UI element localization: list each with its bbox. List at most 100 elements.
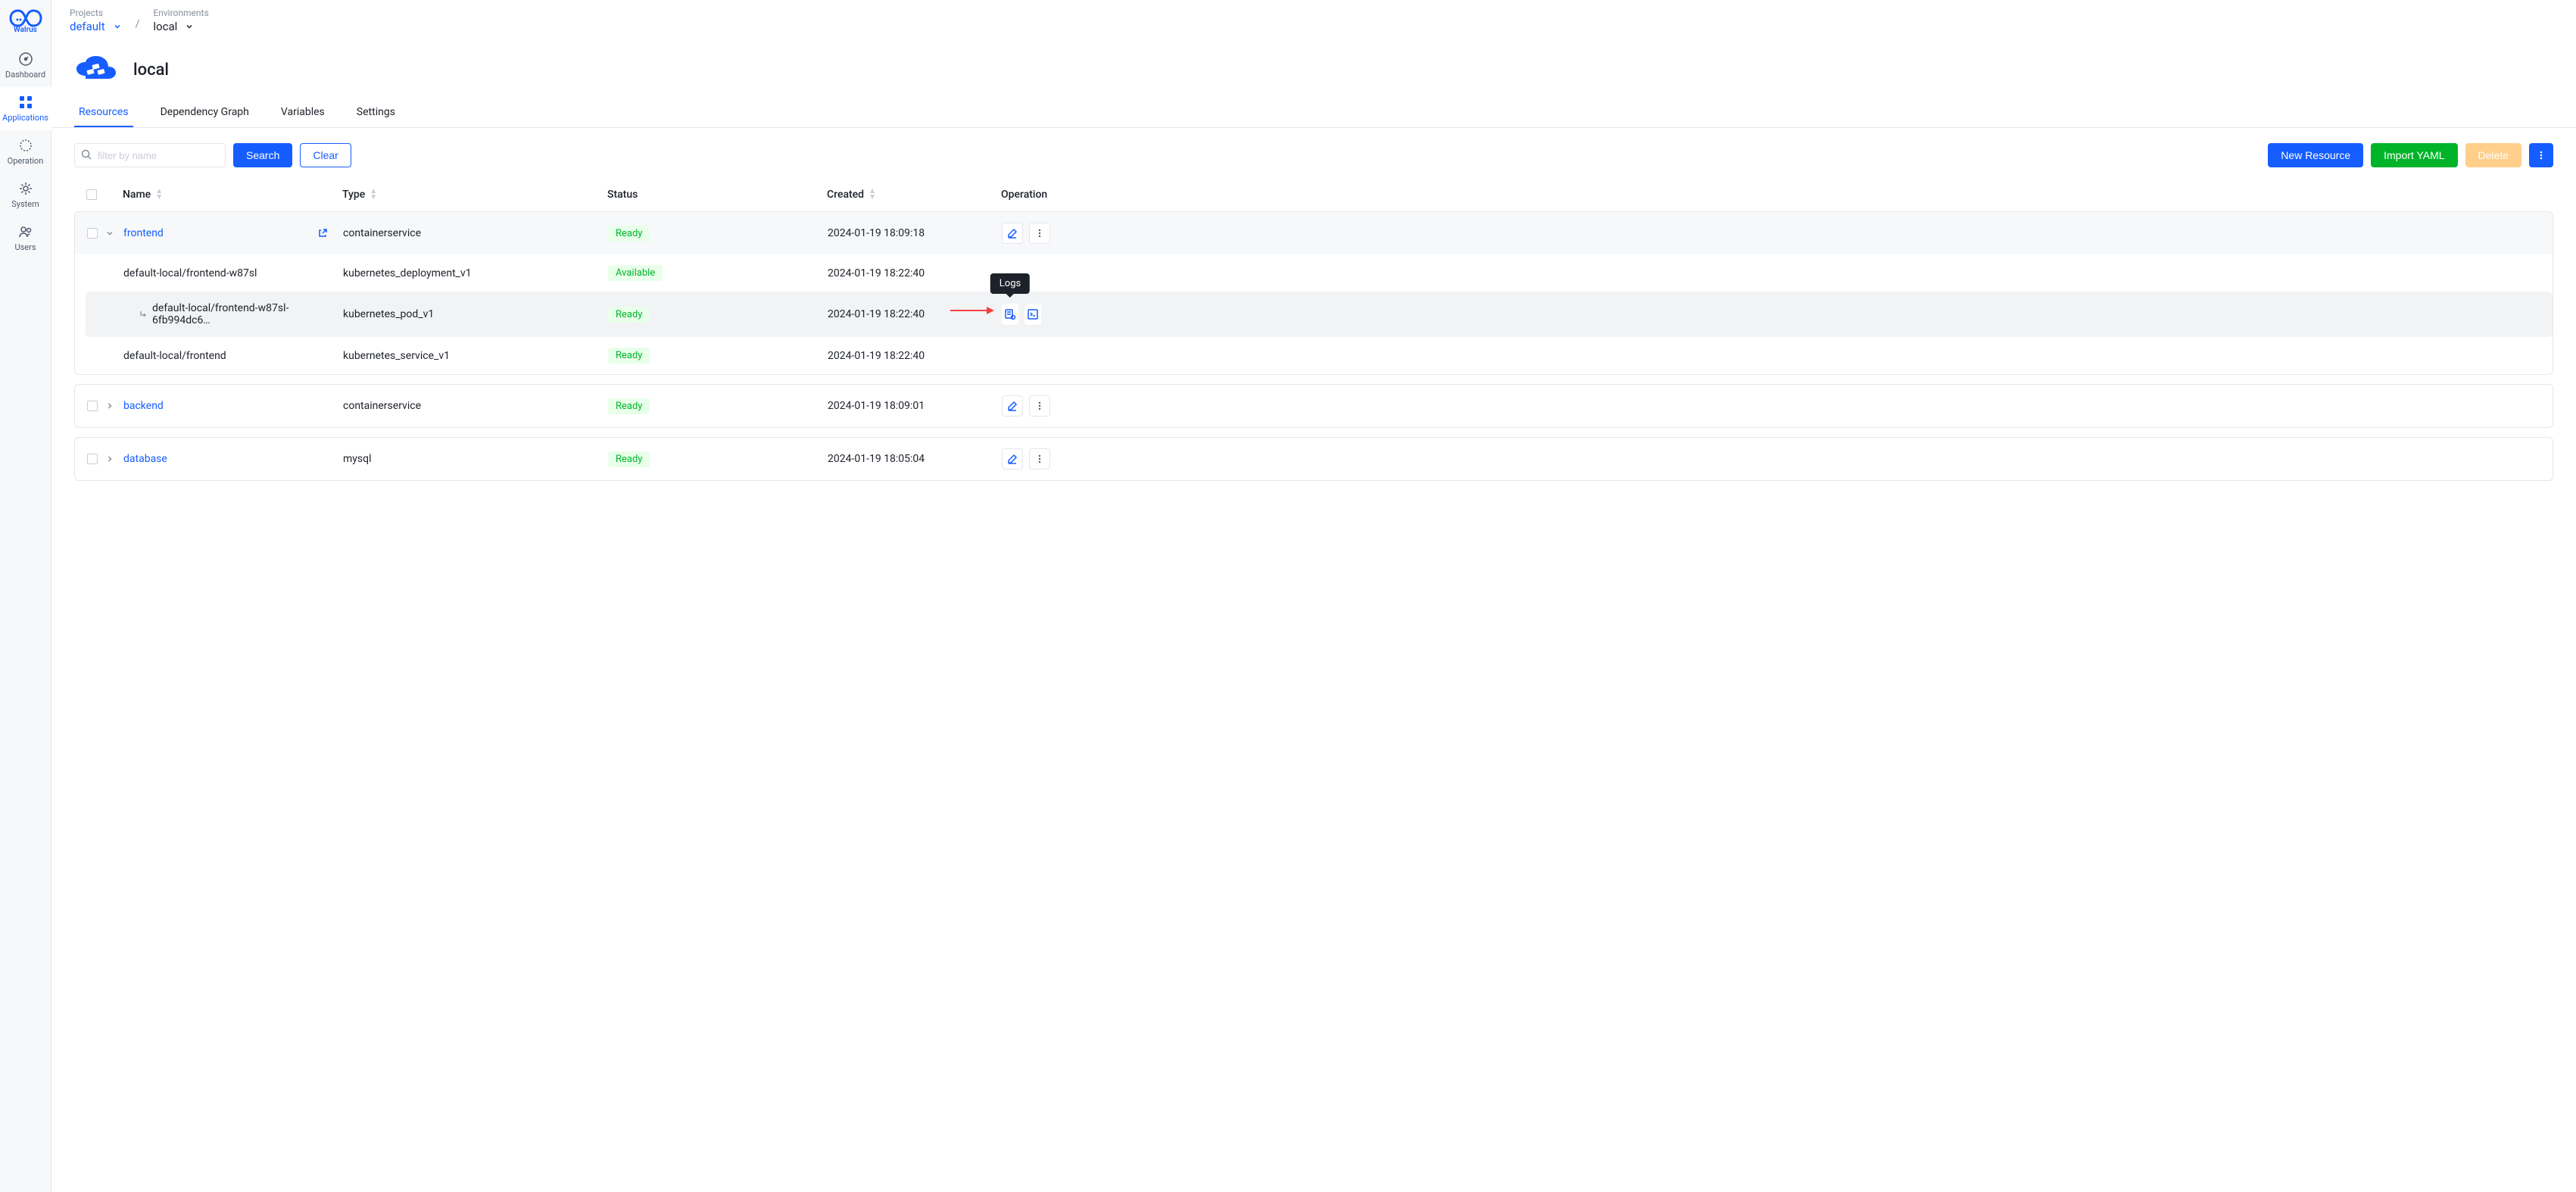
table-row: default-local/frontend kubernetes_servic… bbox=[75, 337, 2553, 374]
search-input[interactable] bbox=[74, 143, 226, 167]
cell-type: kubernetes_deployment_v1 bbox=[343, 267, 608, 279]
cell-type: containerservice bbox=[343, 227, 608, 239]
resource-name-link[interactable]: backend bbox=[123, 400, 164, 412]
table-header: Name▲▼ Type▲▼ Status Created▲▼ Operation bbox=[74, 178, 2553, 211]
tab-resources[interactable]: Resources bbox=[74, 98, 133, 127]
search-button[interactable]: Search bbox=[233, 143, 292, 167]
tree-branch-icon bbox=[139, 310, 148, 319]
status-badge: Ready bbox=[608, 451, 650, 467]
delete-button[interactable]: Delete bbox=[2465, 143, 2521, 167]
more-actions-button[interactable] bbox=[2529, 143, 2553, 167]
cell-created: 2024-01-19 18:09:18 bbox=[828, 227, 1002, 239]
cell-created: 2024-01-19 18:05:04 bbox=[828, 453, 1002, 465]
nav-users[interactable]: Users bbox=[0, 217, 51, 260]
gauge-icon bbox=[18, 51, 33, 67]
cell-name: default-local/frontend bbox=[123, 350, 343, 362]
brand-text: Walrus bbox=[14, 26, 37, 34]
cell-type: kubernetes_pod_v1 bbox=[343, 308, 608, 320]
row-checkbox[interactable] bbox=[87, 228, 98, 239]
chevron-down-icon bbox=[113, 22, 122, 31]
table-row: database mysql Ready 2024-01-19 18:05:04 bbox=[75, 438, 2553, 480]
tab-dependency-graph[interactable]: Dependency Graph bbox=[156, 98, 254, 127]
bc-project-select[interactable]: default bbox=[70, 20, 122, 33]
bc-separator: / bbox=[136, 18, 140, 33]
expand-toggle[interactable] bbox=[105, 454, 116, 463]
bc-projects-label: Projects bbox=[70, 8, 122, 18]
cell-name: default-local/frontend-w87sl bbox=[123, 267, 343, 279]
sort-icon: ▲▼ bbox=[370, 189, 377, 201]
external-link-icon[interactable] bbox=[317, 228, 328, 239]
table-group: database mysql Ready 2024-01-19 18:05:04 bbox=[74, 437, 2553, 481]
breadcrumb: Projects default / Environments local bbox=[51, 0, 2576, 36]
bc-env-select[interactable]: local bbox=[153, 20, 208, 33]
col-type[interactable]: Type▲▼ bbox=[342, 189, 607, 201]
col-name[interactable]: Name▲▼ bbox=[123, 189, 342, 201]
logs-button[interactable] bbox=[1002, 304, 1018, 325]
env-icon bbox=[74, 55, 118, 85]
nav-system[interactable]: System bbox=[0, 173, 51, 217]
cell-created: 2024-01-19 18:22:40 bbox=[828, 267, 1002, 279]
env-header: local bbox=[51, 36, 2576, 98]
bc-envs-label: Environments bbox=[153, 8, 208, 18]
clear-button[interactable]: Clear bbox=[300, 143, 351, 167]
table-row: frontend containerservice Ready 2024-01-… bbox=[75, 212, 2553, 254]
col-created[interactable]: Created▲▼ bbox=[827, 189, 1001, 201]
cell-type: kubernetes_service_v1 bbox=[343, 350, 608, 362]
status-badge: Ready bbox=[608, 398, 650, 414]
cell-created: 2024-01-19 18:09:01 bbox=[828, 400, 1002, 412]
status-badge: Ready bbox=[608, 307, 650, 323]
nav-label: Applications bbox=[2, 113, 48, 123]
col-operation: Operation bbox=[1001, 189, 2541, 201]
nav-dashboard[interactable]: Dashboard bbox=[0, 44, 51, 87]
tab-settings[interactable]: Settings bbox=[352, 98, 400, 127]
users-icon bbox=[18, 224, 33, 239]
sort-icon: ▲▼ bbox=[869, 189, 876, 201]
nav-label: Dashboard bbox=[5, 70, 45, 80]
tooltip: Logs bbox=[990, 273, 1030, 294]
checkbox-all[interactable] bbox=[86, 189, 97, 200]
table-group: frontend containerservice Ready 2024-01-… bbox=[74, 211, 2553, 375]
status-badge: Available bbox=[608, 265, 663, 281]
edit-button[interactable] bbox=[1002, 223, 1023, 244]
resource-name-link[interactable]: database bbox=[123, 453, 167, 465]
edit-button[interactable] bbox=[1002, 448, 1023, 470]
row-more-button[interactable] bbox=[1029, 395, 1050, 417]
terminal-button[interactable] bbox=[1024, 304, 1041, 325]
nav-operation[interactable]: Operation bbox=[0, 130, 51, 173]
expand-toggle[interactable] bbox=[105, 401, 116, 410]
resources-table: Name▲▼ Type▲▼ Status Created▲▼ Operation bbox=[74, 178, 2553, 481]
nav-applications[interactable]: Applications bbox=[0, 87, 51, 130]
grid-icon bbox=[18, 95, 33, 110]
import-yaml-button[interactable]: Import YAML bbox=[2371, 143, 2457, 167]
cell-type: mysql bbox=[343, 453, 608, 465]
table-row: default-local/frontend-w87sl-6fb994dc6… … bbox=[86, 292, 2553, 337]
tab-variables[interactable]: Variables bbox=[276, 98, 329, 127]
cycle-icon bbox=[18, 138, 33, 153]
chevron-down-icon bbox=[185, 22, 194, 31]
row-checkbox[interactable] bbox=[87, 401, 98, 411]
tabs: Resources Dependency Graph Variables Set… bbox=[51, 98, 2576, 128]
table-group: backend containerservice Ready 2024-01-1… bbox=[74, 384, 2553, 428]
annotation-arrow bbox=[949, 305, 994, 316]
search-icon bbox=[81, 149, 92, 160]
dots-vertical-icon bbox=[2536, 150, 2546, 161]
cell-created: 2024-01-19 18:22:40 bbox=[828, 350, 1002, 362]
row-more-button[interactable] bbox=[1029, 223, 1050, 244]
new-resource-button[interactable]: New Resource bbox=[2268, 143, 2363, 167]
resource-name-link[interactable]: frontend bbox=[123, 227, 164, 239]
col-status: Status bbox=[607, 189, 827, 201]
brand-logo[interactable]: Walrus bbox=[7, 6, 45, 36]
sidebar: Walrus Dashboard Applications Operation … bbox=[0, 0, 51, 1192]
gear-icon bbox=[18, 181, 33, 196]
table-row: backend containerservice Ready 2024-01-1… bbox=[75, 385, 2553, 427]
expand-toggle[interactable] bbox=[105, 229, 116, 238]
cell-name: default-local/frontend-w87sl-6fb994dc6… bbox=[152, 302, 343, 326]
nav-label: Users bbox=[14, 242, 36, 252]
toolbar: Search Clear New Resource Import YAML De… bbox=[51, 128, 2576, 178]
row-more-button[interactable] bbox=[1029, 448, 1050, 470]
table-row: default-local/frontend-w87sl kubernetes_… bbox=[75, 254, 2553, 292]
status-badge: Ready bbox=[608, 226, 650, 242]
edit-button[interactable] bbox=[1002, 395, 1023, 417]
nav-label: Operation bbox=[8, 156, 44, 166]
row-checkbox[interactable] bbox=[87, 454, 98, 464]
